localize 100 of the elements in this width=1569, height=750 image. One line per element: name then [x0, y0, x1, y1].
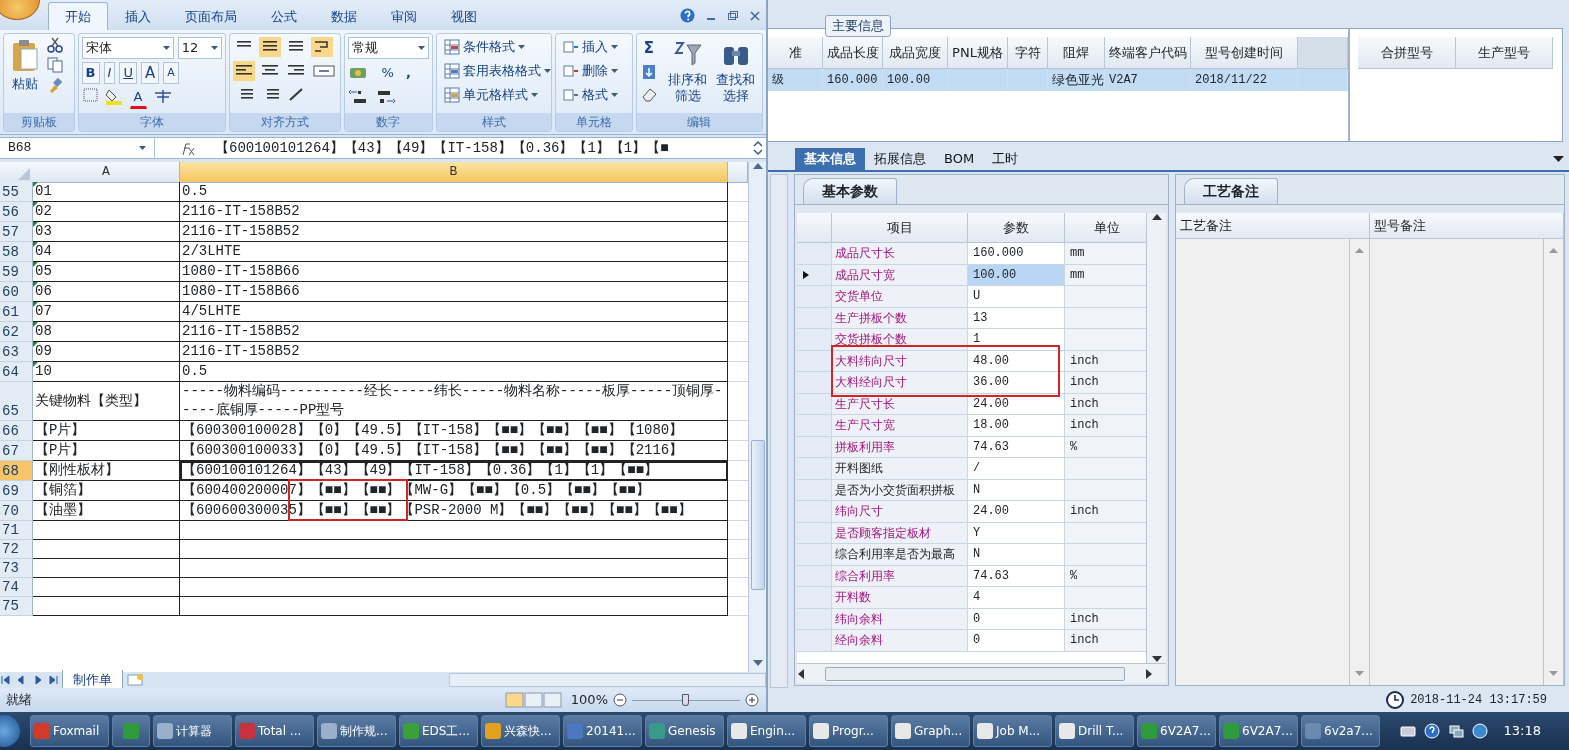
autosum-button[interactable]: Σ — [639, 37, 662, 59]
taskbar-button[interactable]: Foxmail — [30, 715, 109, 747]
table-format-button[interactable]: 套用表格格式 — [440, 61, 549, 81]
taskbar-button[interactable]: Engin... — [727, 715, 806, 747]
row-header[interactable]: 60 — [0, 282, 33, 302]
scroll-down-icon[interactable] — [752, 659, 763, 667]
help-icon[interactable] — [680, 8, 695, 24]
ribbon-tab[interactable]: 数据 — [314, 1, 374, 30]
row-header[interactable]: 75 — [0, 597, 33, 616]
font-name-field[interactable]: 宋体 — [81, 37, 174, 59]
scroll-right-icon[interactable] — [1145, 668, 1153, 679]
taskbar-button[interactable]: 6V2A7... — [1137, 715, 1216, 747]
slider-thumb[interactable] — [682, 694, 689, 706]
taskbar-button[interactable] — [112, 715, 150, 747]
column-header[interactable]: 项目 — [832, 213, 968, 243]
ribbon-tab[interactable]: 审阅 — [374, 1, 434, 30]
column-header[interactable]: 型号创建时间 — [1191, 37, 1298, 69]
zoom-in-icon[interactable] — [744, 692, 760, 708]
scrollbar-thumb[interactable] — [750, 439, 765, 590]
column-header[interactable]: 准 — [768, 37, 823, 69]
row-header[interactable]: 61 — [0, 302, 33, 322]
zoom-out-icon[interactable] — [612, 692, 628, 708]
column-header[interactable]: 型号备注 — [1370, 213, 1563, 239]
row-header[interactable]: 73 — [0, 559, 33, 578]
row-header[interactable]: 68 — [0, 461, 33, 481]
scroll-up-icon[interactable] — [1151, 213, 1162, 221]
format-button[interactable]: 格式 — [559, 85, 629, 105]
brush-icon[interactable] — [47, 77, 63, 93]
ribbon-tab[interactable]: 插入 — [108, 1, 168, 30]
column-header[interactable]: 合拼型号 — [1358, 37, 1456, 69]
scissors-icon[interactable] — [47, 37, 63, 53]
ribbon-tab[interactable]: 公式 — [254, 1, 314, 30]
column-header[interactable]: 字符 — [1008, 37, 1048, 69]
globe-icon[interactable] — [1471, 723, 1488, 739]
row-header[interactable]: 63 — [0, 342, 33, 362]
column-header[interactable]: PNL规格 — [948, 37, 1008, 69]
ribbon-tab[interactable]: 页面布局 — [168, 1, 254, 30]
taskbar-button[interactable]: Graph... — [891, 715, 970, 747]
delete-button[interactable]: 删除 — [559, 61, 629, 81]
tab[interactable]: 基本信息 — [795, 148, 865, 170]
font-color-button[interactable]: A — [129, 87, 147, 109]
column-header[interactable]: 阻焊 — [1048, 37, 1105, 69]
row-header[interactable]: 69 — [0, 481, 33, 501]
row-header[interactable]: 62 — [0, 322, 33, 342]
scroll-left-icon[interactable] — [797, 668, 805, 679]
taskbar-button[interactable]: Job M... — [973, 715, 1052, 747]
tab[interactable]: 工时 — [983, 148, 1028, 170]
conditional-format-button[interactable]: 条件格式 — [440, 37, 549, 57]
find-select-button[interactable]: 查找和选择 — [713, 37, 758, 110]
row-header[interactable]: 59 — [0, 262, 33, 282]
expand-icon[interactable] — [750, 139, 766, 157]
row-header[interactable]: 67 — [0, 441, 33, 461]
cell-style-button[interactable]: 单元格样式 — [440, 85, 549, 105]
row-header[interactable]: 64 — [0, 362, 33, 382]
tab[interactable]: 拓展信息 — [865, 148, 935, 170]
dropdown-icon[interactable] — [1553, 155, 1565, 163]
taskbar-button[interactable]: Progr... — [809, 715, 888, 747]
help-icon[interactable] — [1423, 723, 1440, 739]
bold-button[interactable]: B — [81, 62, 100, 84]
taskbar-button[interactable]: 20141... — [563, 715, 642, 747]
insert-button[interactable]: 插入 — [559, 37, 629, 57]
column-header[interactable]: B — [180, 162, 728, 183]
paste-button[interactable]: 粘贴 — [7, 37, 43, 110]
ribbon-tab[interactable]: 视图 — [434, 1, 494, 30]
network-icon[interactable] — [1447, 723, 1464, 739]
row-header[interactable]: 66 — [0, 421, 33, 441]
comma-button[interactable]: , — [401, 63, 415, 83]
font-size-field[interactable]: 12 — [177, 37, 222, 59]
row-header[interactable]: 55 — [0, 182, 33, 202]
keyboard-icon[interactable] — [1399, 725, 1416, 737]
column-header[interactable]: 工艺备注 — [1176, 213, 1369, 239]
row-header[interactable]: 58 — [0, 242, 33, 262]
italic-button[interactable]: I — [103, 62, 116, 84]
ribbon-tab[interactable]: 开始 — [48, 1, 108, 30]
taskbar-button[interactable]: Genesis — [645, 715, 724, 747]
row-selector[interactable] — [797, 264, 832, 286]
number-format-field[interactable]: 常规 — [347, 37, 430, 59]
column-header[interactable]: 终端客户代码 — [1105, 37, 1191, 69]
sort-filter-button[interactable]: 排序和筛选 — [665, 37, 710, 110]
scrollbar-thumb[interactable] — [825, 666, 1125, 681]
name-box[interactable]: B68 — [0, 138, 155, 158]
wrap-text-icon[interactable] — [310, 37, 333, 57]
row-header[interactable]: 72 — [0, 540, 33, 559]
sheet-nav-icon[interactable] — [0, 674, 60, 686]
align-middle-icon[interactable] — [258, 37, 281, 57]
taskbar-button[interactable]: EDS工... — [399, 715, 478, 747]
taskbar-button[interactable]: Total ... — [235, 715, 314, 747]
row-header[interactable]: 56 — [0, 202, 33, 222]
tab[interactable]: BOM — [935, 148, 984, 170]
formula-text[interactable]: 【600100101264】【43】【49】【IT-158】【0.36】【1】【1】【■ — [211, 137, 750, 159]
row-header[interactable]: 74 — [0, 578, 33, 597]
restore-icon[interactable] — [727, 9, 739, 22]
clock-text[interactable]: 13:18 — [1503, 721, 1541, 741]
vertical-scrollbar[interactable] — [748, 162, 766, 672]
column-header[interactable]: 成品宽度 — [883, 37, 948, 69]
close-icon[interactable] — [749, 9, 761, 22]
panel-tab[interactable]: 工艺备注 — [1184, 178, 1278, 204]
percent-button[interactable]: % — [377, 63, 398, 83]
grow-font-button[interactable]: A — [140, 62, 160, 84]
taskbar-button[interactable]: 兴森快... — [481, 715, 560, 747]
